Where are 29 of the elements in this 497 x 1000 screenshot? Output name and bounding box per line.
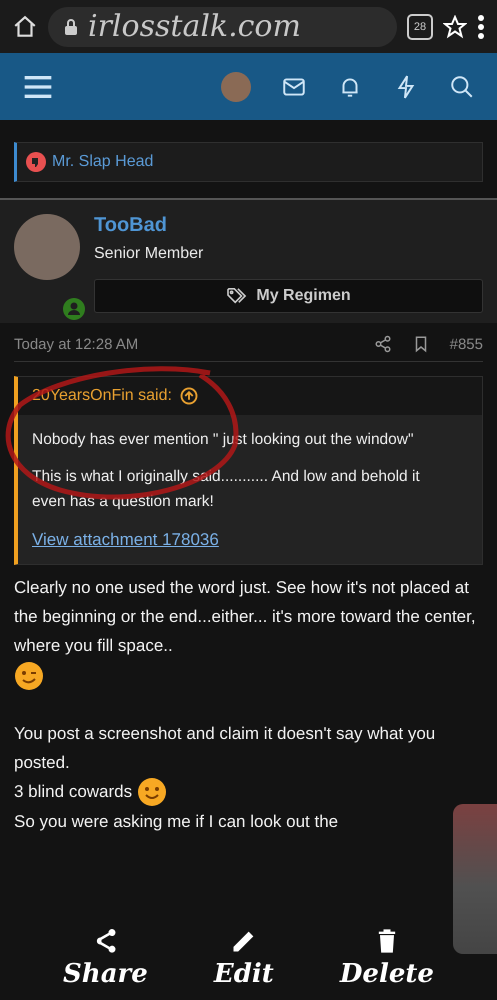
post-date[interactable]: Today at 12:28 AM [14,336,354,352]
search-icon[interactable] [449,74,475,100]
more-options-icon[interactable] [477,14,485,40]
post-text: So you were asking me if I can look out the [14,812,338,832]
address-bar[interactable]: irlosstalk.com [48,6,397,46]
tab-count[interactable]: 28 [407,14,433,40]
post-text: You post a screenshot and claim it doesn't say what you posted. [14,724,436,772]
post-number[interactable]: #855 [450,336,483,352]
edit-button[interactable]: Edit [208,926,280,990]
star-icon[interactable] [443,14,467,38]
user-banner[interactable]: My Regimen [94,279,483,313]
wink-emoji-icon [14,660,44,691]
user-title: Senior Member [94,245,204,263]
arrow-up-circle-icon[interactable] [180,387,198,405]
attachment-link[interactable]: View attachment 178036 [32,530,219,550]
lock-icon [64,18,78,34]
thumbs-down-icon [26,152,46,172]
tag-icon [226,287,248,305]
share-button[interactable]: Share [57,926,154,990]
post-text: 3 blind cowards [14,782,132,801]
smile-emoji-icon [136,777,167,808]
url-text: irlosstalk.com [88,9,301,44]
video-thumbnail-placeholder[interactable] [453,804,497,954]
post-text: Clearly no one used the word just. See how it's not placed at the beginning or the end...either... it's more toward the center, where you fill space.. [14,578,476,655]
author-name[interactable]: TooBad [94,214,483,237]
delete-button[interactable]: Delete [334,926,440,990]
share-icon[interactable] [374,335,392,353]
home-icon[interactable] [12,14,38,40]
breadcrumb-link[interactable]: Mr. Slap Head [52,153,154,171]
